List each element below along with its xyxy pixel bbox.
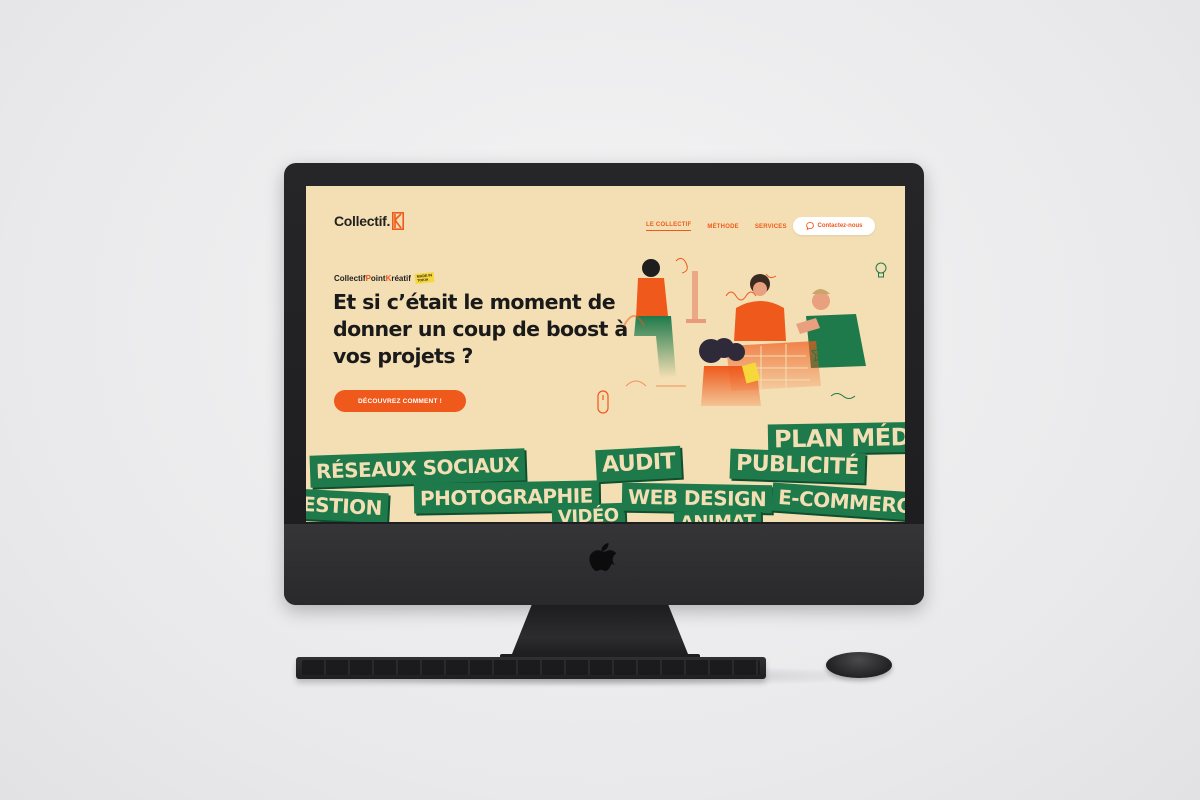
- nav-item-services[interactable]: SERVICES: [755, 224, 787, 230]
- tag-publicite: PUBLICITÉ: [729, 448, 866, 484]
- monitor-chin: [284, 524, 924, 605]
- tag-video: VIDÉO: [551, 502, 626, 522]
- speech-bubble-icon: [805, 222, 814, 230]
- tagline-part2: oint: [370, 273, 386, 283]
- website-screen: Collectif. LE COLLECTIF MÉTHODE SERVICES…: [306, 186, 905, 522]
- tag-estion: ESTION: [306, 488, 389, 522]
- tagline-part1: ollectif: [339, 273, 366, 283]
- contact-button-label: Contactez-nous: [817, 223, 863, 229]
- team-illustration: [623, 257, 887, 406]
- keyboard-keys: [302, 660, 760, 675]
- logo-mark-icon: [392, 212, 405, 230]
- mouse-scroll-icon[interactable]: [597, 390, 609, 414]
- made-in-badge: MADE IN TOKIA: [414, 272, 435, 284]
- contact-button[interactable]: Contactez-nous: [793, 217, 875, 235]
- nav-item-methode[interactable]: MÉTHODE: [707, 224, 738, 230]
- logo-text: Collectif.: [334, 213, 391, 229]
- apple-logo-icon: [589, 543, 617, 571]
- tag-animat: ANIMAT: [673, 510, 762, 522]
- monitor-stand: [510, 605, 690, 659]
- tag-plan-media: PLAN MÉDIA: [767, 421, 905, 455]
- discover-button[interactable]: DÉCOUVREZ COMMENT !: [334, 390, 466, 412]
- lightbulb-icon: [875, 262, 887, 278]
- tag-web-design: WEB DESIGN: [621, 482, 773, 514]
- discover-button-label: DÉCOUVREZ COMMENT !: [358, 397, 442, 405]
- hero-headline: Et si c’était le moment de donner un cou…: [333, 290, 628, 368]
- tagline: Collectif Point Kréatif MADE IN TOKIA: [334, 272, 435, 284]
- nav-item-le-collectif[interactable]: LE COLLECTIF: [646, 222, 692, 231]
- tagline-part3: réatif: [391, 273, 411, 283]
- site-logo[interactable]: Collectif.: [334, 212, 405, 230]
- tag-e-commerce: E-COMMERCE: [771, 482, 905, 522]
- tag-audit: AUDIT: [595, 445, 682, 483]
- magic-mouse: [826, 652, 892, 678]
- keyboard: [296, 657, 766, 679]
- main-nav: LE COLLECTIF MÉTHODE SERVICES: [646, 222, 787, 231]
